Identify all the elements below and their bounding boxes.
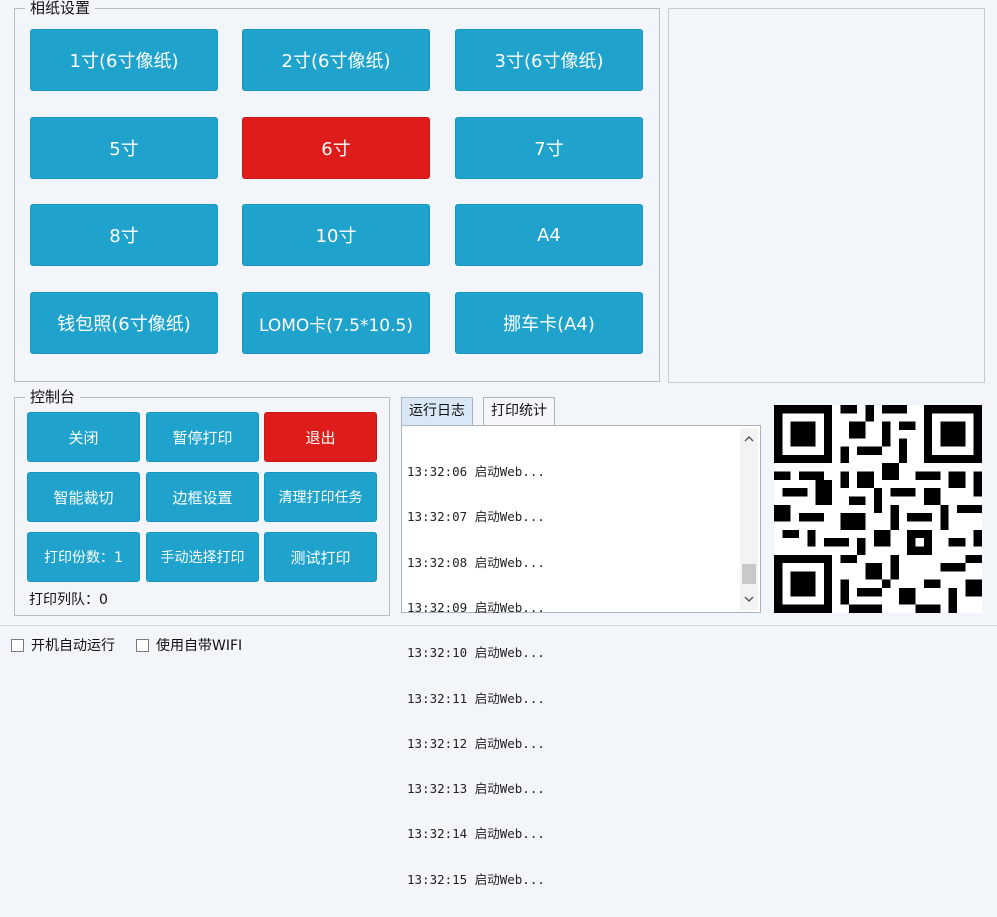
log-line: 13:32:06 启动Web... [407, 464, 545, 480]
run-log-panel[interactable]: 13:32:06 启动Web... 13:32:07 启动Web... 13:3… [401, 425, 761, 887]
log-line: 13:32:11 启动Web... [407, 690, 545, 706]
builtin-wifi-checkbox[interactable] [136, 638, 149, 652]
paper-10inch-button[interactable]: 10寸 [242, 204, 430, 266]
log-line: 13:32:08 启动Web... [407, 554, 545, 570]
log-scrollbar[interactable] [740, 428, 758, 610]
close-button[interactable]: 关闭 [27, 412, 140, 462]
console-title: 控制台 [25, 388, 81, 406]
test-print-button[interactable]: 测试打印 [264, 532, 377, 582]
paper-lomo-button[interactable]: LOMO卡(7.5*10.5) [242, 292, 430, 354]
log-line: 13:32:15 启动Web... [407, 871, 545, 887]
qr-code-icon [774, 405, 982, 613]
log-line: 13:32:13 启动Web... [407, 781, 545, 797]
border-settings-button[interactable]: 边框设置 [146, 472, 259, 522]
paper-8inch-button[interactable]: 8寸 [30, 204, 218, 266]
scroll-down-icon[interactable] [740, 590, 758, 608]
log-line: 13:32:12 启动Web... [407, 735, 545, 751]
log-line: 13:32:14 启动Web... [407, 826, 545, 842]
log-line: 13:32:07 启动Web... [407, 509, 545, 525]
paper-a4-button[interactable]: A4 [455, 204, 643, 266]
paper-2inch-button[interactable]: 2寸(6寸像纸) [242, 29, 430, 91]
manual-select-print-button[interactable]: 手动选择打印 [146, 532, 259, 582]
log-line: 13:32:09 启动Web... [407, 600, 545, 616]
paper-3inch-button[interactable]: 3寸(6寸像纸) [455, 29, 643, 91]
paper-7inch-button[interactable]: 7寸 [455, 117, 643, 179]
paper-move-car-card-button[interactable]: 挪车卡(A4) [455, 292, 643, 354]
builtin-wifi-label: 使用自带WIFI [156, 638, 243, 654]
builtin-wifi-option[interactable]: 使用自带WIFI [136, 636, 242, 654]
pause-print-button[interactable]: 暂停打印 [146, 412, 259, 462]
scroll-up-icon[interactable] [740, 430, 758, 448]
scroll-thumb[interactable] [742, 564, 756, 584]
exit-button[interactable]: 退出 [264, 412, 377, 462]
print-queue-label: 打印列队：0 [29, 592, 108, 608]
clear-print-tasks-button[interactable]: 清理打印任务 [264, 472, 377, 522]
smart-crop-button[interactable]: 智能裁切 [27, 472, 140, 522]
paper-6inch-button[interactable]: 6寸 [242, 117, 430, 179]
paper-wallet-button[interactable]: 钱包照(6寸像纸) [30, 292, 218, 354]
log-line: 13:32:10 启动Web... [407, 645, 545, 661]
bottom-separator [0, 625, 997, 626]
auto-start-option[interactable]: 开机自动运行 [11, 636, 115, 654]
log-lines: 13:32:06 启动Web... 13:32:07 启动Web... 13:3… [407, 434, 545, 917]
auto-start-label: 开机自动运行 [31, 638, 115, 654]
print-copies-button[interactable]: 打印份数：1 [27, 532, 140, 582]
paper-settings-title: 相纸设置 [25, 0, 96, 17]
auto-start-checkbox[interactable] [11, 638, 24, 652]
paper-5inch-button[interactable]: 5寸 [30, 117, 218, 179]
paper-1inch-button[interactable]: 1寸(6寸像纸) [30, 29, 218, 91]
photo-preview-panel [668, 8, 985, 383]
tab-print-stats[interactable]: 打印统计 [483, 397, 555, 425]
tab-run-log[interactable]: 运行日志 [401, 397, 473, 425]
